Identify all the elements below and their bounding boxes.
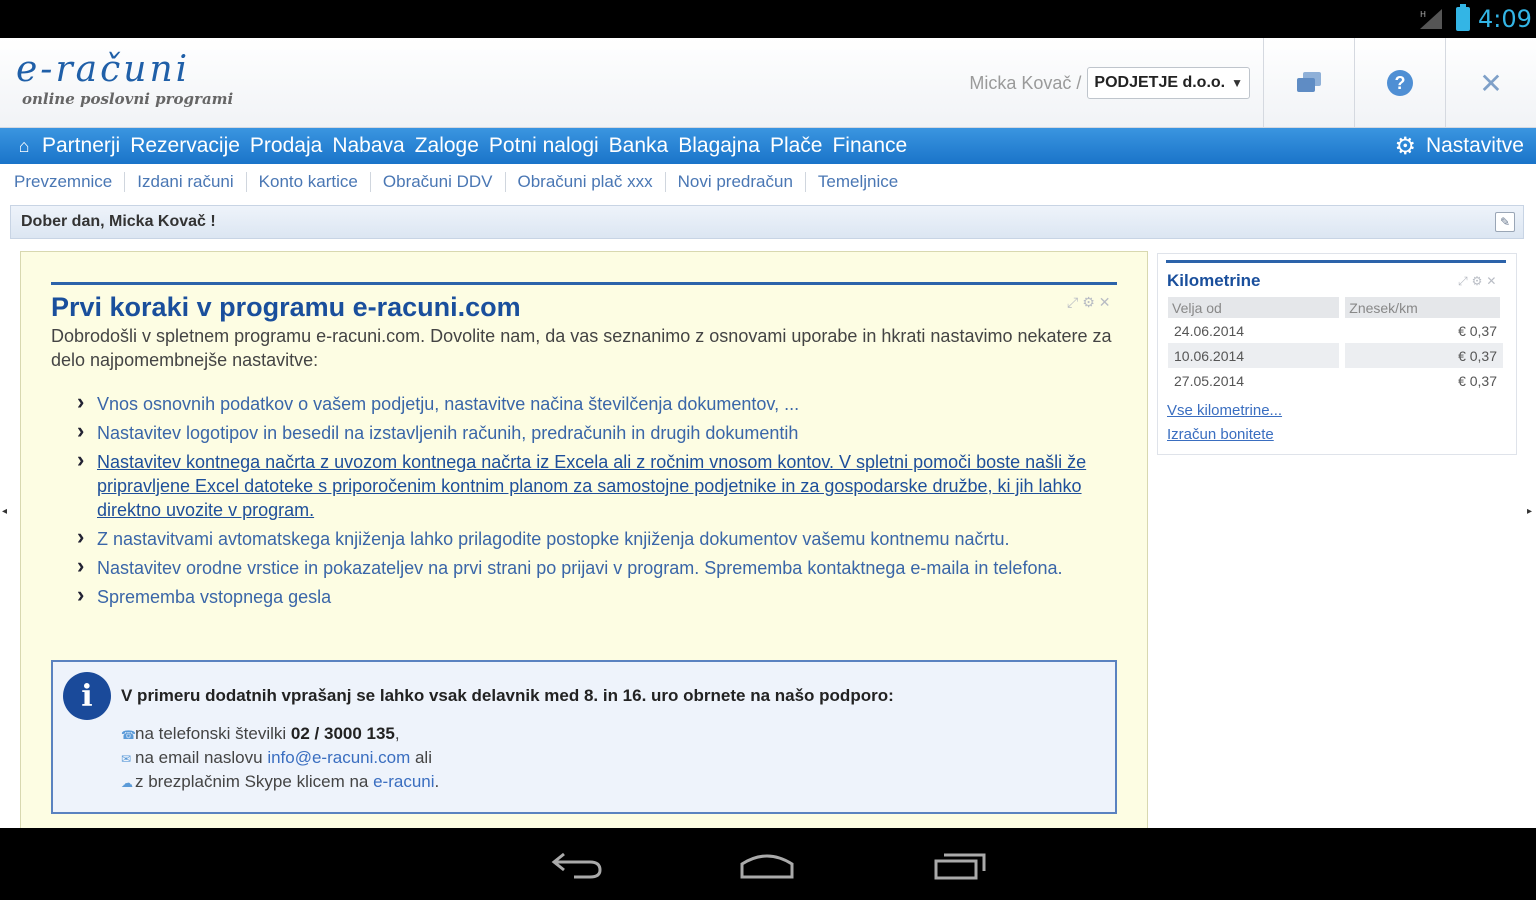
row-amount: € 0,37 (1458, 322, 1497, 339)
info-icon: i (63, 672, 111, 720)
greeting-text: Dober dan, Micka Kovač ! (21, 213, 216, 230)
row-amount: € 0,37 (1342, 343, 1503, 368)
table-row: 27.05.2014 € 0,37 (1168, 368, 1503, 393)
home-nav-button[interactable] (732, 846, 802, 884)
widget-controls[interactable]: ⤢⚙✕ (1458, 274, 1500, 289)
row-amount: € 0,37 (1458, 372, 1497, 389)
step-chart-of-accounts[interactable]: Nastavitev kontnega načrta z uvozom kont… (77, 448, 1117, 522)
steps-list: Vnos osnovnih podatkov o vašem podjetju,… (77, 390, 1117, 614)
all-mileage-link[interactable]: Vse kilometrine... (1167, 402, 1282, 419)
quick-links: Prevzemnice Izdani računi Konto kartice … (0, 164, 1536, 200)
support-phone: ☎na telefonski številki 02 / 3000 135, (121, 724, 400, 743)
support-info-box: i V primeru dodatnih vprašanj se lahko v… (51, 660, 1117, 814)
support-skype-link[interactable]: e-racuni (373, 772, 434, 791)
quick-link-obracuni-plac[interactable]: Obračuni plač xxx (518, 172, 666, 192)
panel-divider (51, 282, 1117, 285)
logo-tagline: online poslovni programi (22, 90, 234, 108)
menu-item-partnerji[interactable]: Partnerji (42, 134, 120, 158)
panel-controls[interactable]: ⤢⚙✕ (1067, 294, 1114, 311)
help-button[interactable]: ? (1354, 38, 1445, 128)
first-steps-panel: ⤢⚙✕ Prvi koraki v programu e-racuni.com … (20, 251, 1148, 831)
column-header-amount[interactable]: Znesek/km (1342, 297, 1506, 318)
settings-menu[interactable]: ⚙ Nastavitve (1394, 128, 1524, 164)
main-menu: ⌂ Partnerji Rezervacije Prodaja Nabava Z… (0, 128, 1536, 164)
quick-link-obracuni-ddv[interactable]: Obračuni DDV (383, 172, 506, 192)
step-auto-posting[interactable]: Z nastavitvami avtomatskega knjiženja la… (77, 525, 1117, 551)
company-select[interactable]: PODJETJE d.o.o. ▼ (1087, 67, 1250, 99)
home-icon[interactable]: ⌂ (6, 128, 42, 164)
menu-item-banka[interactable]: Banka (609, 134, 669, 158)
menu-item-potni-nalogi[interactable]: Potni nalogi (489, 134, 599, 158)
menu-item-rezervacije[interactable]: Rezervacije (130, 134, 240, 158)
step-company-data[interactable]: Vnos osnovnih podatkov o vašem podjetju,… (77, 390, 1117, 416)
chat-icon (1295, 70, 1323, 96)
quick-link-izdani-racuni[interactable]: Izdani računi (137, 172, 247, 192)
chat-button[interactable] (1263, 38, 1354, 128)
mileage-widget: Kilometrine ⤢⚙✕ Velja od Znesek/km 24.06… (1157, 253, 1517, 455)
row-date: 24.06.2014 (1168, 318, 1346, 343)
quick-link-prevzemnice[interactable]: Prevzemnice (14, 172, 126, 192)
home-nav-icon (740, 854, 794, 879)
gear-icon: ⚙ (1394, 132, 1416, 160)
menu-item-nabava[interactable]: Nabava (332, 134, 404, 158)
step-password[interactable]: Sprememba vstopnega gesla (77, 583, 1117, 609)
menu-item-finance[interactable]: Finance (832, 134, 907, 158)
step-logos[interactable]: Nastavitev logotipov in besedil na izsta… (77, 419, 1117, 445)
skype-icon: ☁ (121, 776, 133, 790)
menu-item-zaloge[interactable]: Zaloge (415, 134, 479, 158)
menu-item-prodaja[interactable]: Prodaja (250, 134, 322, 158)
edit-layout-icon[interactable]: ✎ (1495, 212, 1515, 232)
logo[interactable]: e-računi online poslovni programi (16, 50, 246, 114)
navigation-bar (0, 828, 1536, 900)
greeting-bar: Dober dan, Micka Kovač ! ✎ (10, 205, 1524, 239)
recents-button[interactable] (926, 846, 996, 884)
table-row: 24.06.2014 € 0,37 (1168, 318, 1503, 343)
email-icon: ✉ (121, 752, 132, 766)
menu-item-blagajna[interactable]: Blagajna (678, 134, 760, 158)
chevron-down-icon: ▼ (1231, 76, 1243, 90)
widget-divider (1166, 260, 1506, 263)
help-icon: ? (1387, 70, 1413, 96)
support-phone-number: 02 / 3000 135 (290, 724, 395, 743)
support-email-link[interactable]: info@e-racuni.com (267, 748, 410, 767)
status-time: 4:09 (1478, 5, 1532, 33)
signal-icon: H (1420, 9, 1442, 29)
back-icon (551, 852, 602, 879)
support-email: ✉ na email naslovu info@e-racuni.com ali (121, 748, 432, 767)
phone-icon: ☎ (121, 728, 136, 742)
logo-brand: e-računi (16, 49, 191, 90)
svg-text:H: H (1420, 10, 1426, 19)
mileage-table: Velja od Znesek/km 24.06.2014 € 0,37 10.… (1168, 297, 1506, 393)
panel-intro: Dobrodošli v spletnem programu e-racuni.… (51, 326, 1112, 370)
row-date: 27.05.2014 (1168, 368, 1346, 393)
left-edge-handle[interactable]: ◂ (2, 506, 7, 517)
app-header: e-računi online poslovni programi Micka … (0, 38, 1536, 128)
table-row: 10.06.2014 € 0,37 (1168, 343, 1503, 368)
widget-title: Kilometrine (1167, 271, 1261, 290)
menu-item-place[interactable]: Plače (770, 134, 823, 158)
close-button[interactable]: ✕ (1445, 38, 1536, 128)
close-icon: ✕ (1479, 67, 1503, 99)
battery-icon (1456, 4, 1470, 31)
benefit-calc-link[interactable]: Izračun bonitete (1167, 426, 1274, 443)
status-bar: H 4:09 (0, 0, 1536, 38)
user-area: Micka Kovač / PODJETJE d.o.o. ▼ (969, 66, 1250, 100)
support-skype: ☁ z brezplačnim Skype klicem na e-racuni. (121, 772, 440, 791)
support-title: V primeru dodatnih vprašanj se lahko vsa… (121, 686, 894, 705)
back-button[interactable] (542, 846, 612, 884)
quick-link-novi-predracun[interactable]: Novi predračun (678, 172, 806, 192)
user-name: Micka Kovač / (969, 72, 1082, 93)
recents-icon (934, 853, 986, 880)
column-header-valid-from[interactable]: Velja od (1168, 297, 1346, 318)
panel-title: Prvi koraki v programu e-racuni.com (51, 292, 521, 322)
step-toolbar[interactable]: Nastavitev orodne vrstice in pokazatelje… (77, 554, 1117, 580)
quick-link-temeljnice[interactable]: Temeljnice (818, 172, 910, 192)
settings-label: Nastavitve (1425, 134, 1524, 157)
row-date: 10.06.2014 (1168, 343, 1346, 368)
quick-link-konto-kartice[interactable]: Konto kartice (259, 172, 371, 192)
company-select-value: PODJETJE d.o.o. (1094, 74, 1226, 91)
right-edge-handle[interactable]: ▸ (1527, 506, 1532, 517)
